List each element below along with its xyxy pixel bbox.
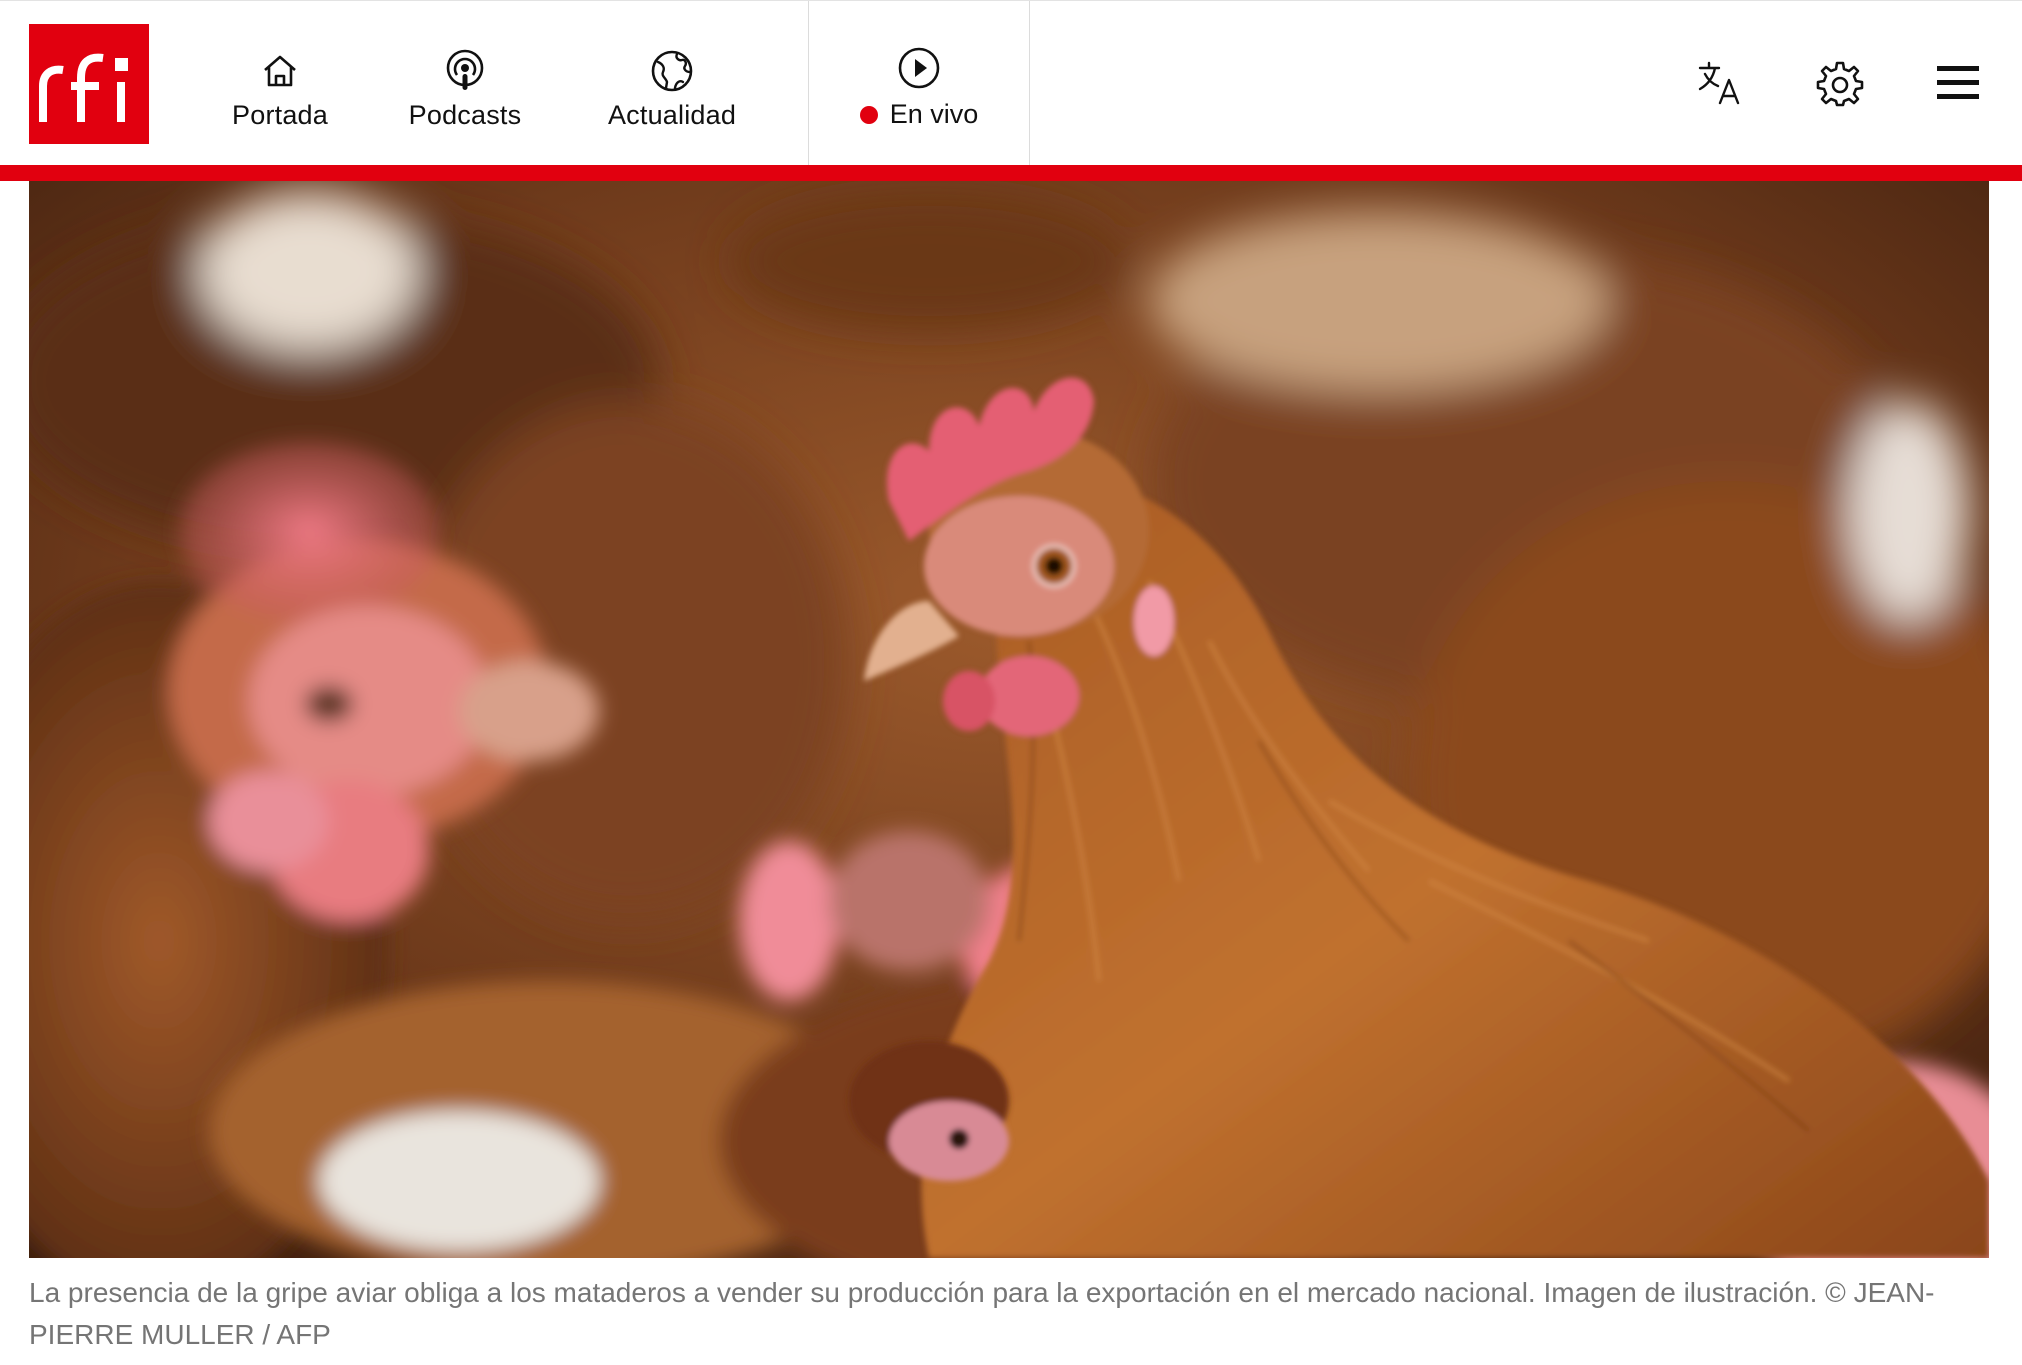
nav-portada-label: Portada <box>232 100 328 130</box>
site-header: Portada Podcasts Actualidad En vivo <box>0 0 2022 166</box>
live-row: En vivo <box>859 99 979 130</box>
rfi-logo-mark <box>29 24 149 144</box>
language-button[interactable] <box>1690 53 1750 113</box>
home-icon <box>264 55 296 87</box>
header-accent-stripe <box>0 165 2022 181</box>
hens-photo <box>29 181 1989 1258</box>
play-icon <box>898 47 940 89</box>
nav-portada[interactable]: Portada <box>205 1 355 166</box>
globe-icon <box>651 50 693 92</box>
podcast-icon <box>446 49 484 90</box>
nav-actualidad-label: Actualidad <box>607 100 737 130</box>
nav-actualidad[interactable]: Actualidad <box>585 1 759 166</box>
settings-gear-icon <box>1816 61 1864 107</box>
hamburger-menu-icon <box>1937 66 1979 99</box>
settings-button[interactable] <box>1810 53 1870 113</box>
nav-podcasts[interactable]: Podcasts <box>390 1 540 166</box>
live-indicator-dot <box>859 105 878 124</box>
live-stream-button[interactable]: En vivo <box>808 1 1030 166</box>
nav-podcasts-label: Podcasts <box>408 100 522 130</box>
live-label: En vivo <box>889 99 979 129</box>
photo-caption: La presencia de la gripe aviar obliga a … <box>29 1277 1935 1350</box>
menu-button[interactable] <box>1928 53 1988 113</box>
rfi-logo[interactable] <box>29 24 149 144</box>
translate-icon <box>1698 61 1740 105</box>
article-photo <box>29 181 1989 1258</box>
